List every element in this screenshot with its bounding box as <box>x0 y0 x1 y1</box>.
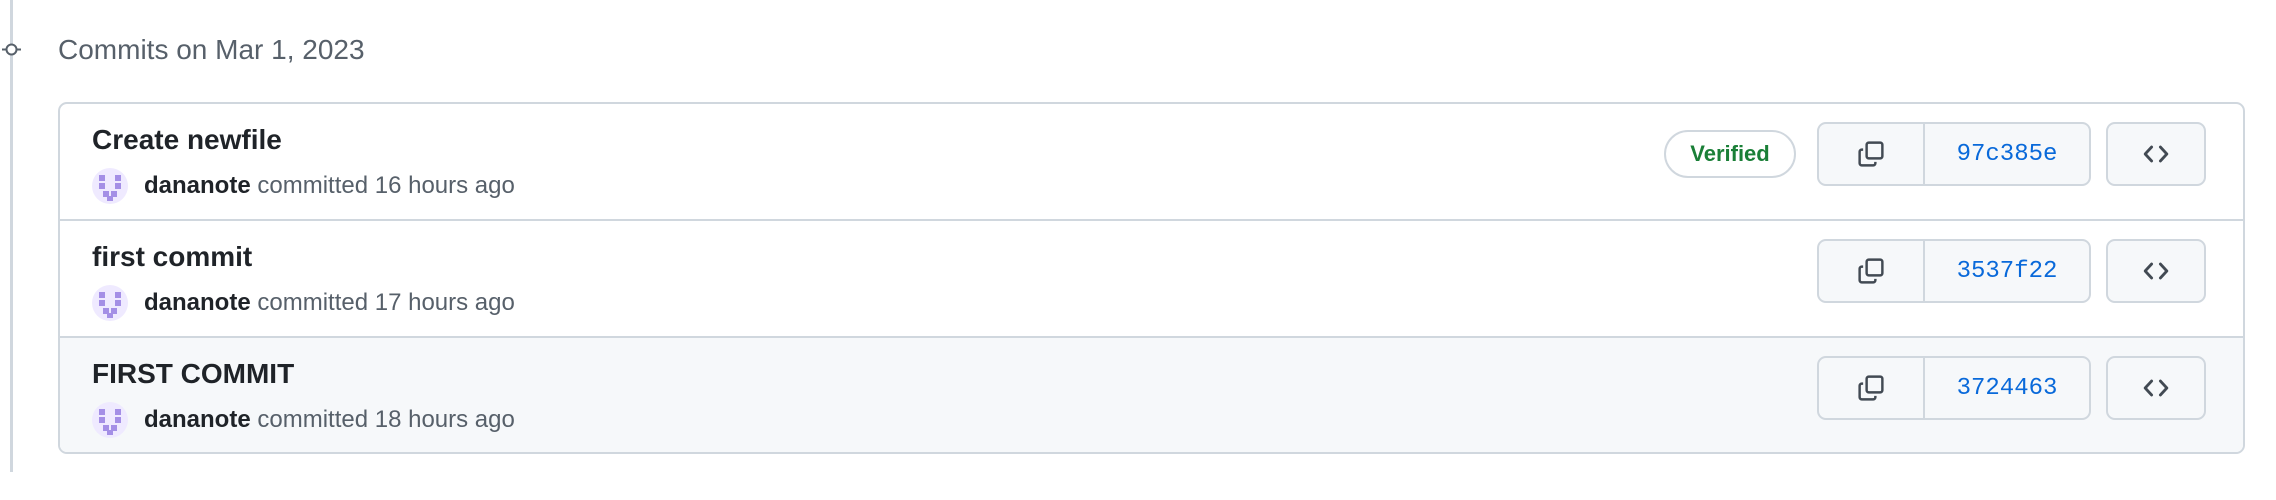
commit-group-heading: Commits on Mar 1, 2023 <box>58 34 365 65</box>
copy-sha-button[interactable] <box>1819 358 1925 418</box>
relative-time: 17 hours ago <box>374 289 515 316</box>
browse-repository-button[interactable] <box>2106 122 2206 186</box>
browse-repository-button[interactable] <box>2106 239 2206 303</box>
commit-row: FIRST COMMIT dananote committed 18 hours… <box>60 338 2243 452</box>
author-link[interactable]: dananote <box>144 406 251 433</box>
sha-button-group: 3724463 <box>1817 356 2091 420</box>
copy-icon <box>1858 258 1884 284</box>
commit-title-link[interactable]: FIRST COMMIT <box>92 356 294 392</box>
relative-time: 18 hours ago <box>374 406 515 433</box>
code-icon <box>2143 262 2169 280</box>
commit-sha-link[interactable]: 3537f22 <box>1925 241 2089 301</box>
avatar[interactable] <box>92 402 128 438</box>
author-link[interactable]: dananote <box>144 289 251 316</box>
author-link[interactable]: dananote <box>144 172 251 199</box>
copy-sha-button[interactable] <box>1819 241 1925 301</box>
commit-action: committed <box>257 289 369 316</box>
avatar[interactable] <box>92 285 128 321</box>
timeline-line <box>10 0 13 472</box>
browse-repository-button[interactable] <box>2106 356 2206 420</box>
commit-sha-link[interactable]: 3724463 <box>1925 358 2089 418</box>
git-commit-icon <box>2 43 21 56</box>
copy-icon <box>1858 375 1884 401</box>
sha-button-group: 97c385e <box>1817 122 2091 186</box>
commit-sha-link[interactable]: 97c385e <box>1925 124 2089 184</box>
commit-row: first commit dananote committed 17 hours… <box>60 221 2243 338</box>
commit-meta: dananote committed 17 hours ago <box>144 287 515 319</box>
commit-meta: dananote committed 16 hours ago <box>144 170 515 202</box>
commit-title-link[interactable]: Create newfile <box>92 122 282 158</box>
avatar[interactable] <box>92 168 128 204</box>
commit-action: committed <box>257 406 369 433</box>
relative-time: 16 hours ago <box>374 172 515 199</box>
copy-sha-button[interactable] <box>1819 124 1925 184</box>
commit-row: Create newfile dananote committed 16 hou… <box>60 104 2243 221</box>
verified-badge[interactable]: Verified <box>1664 130 1796 178</box>
commit-list: Create newfile dananote committed 16 hou… <box>58 102 2245 454</box>
commit-title-link[interactable]: first commit <box>92 239 252 275</box>
copy-icon <box>1858 141 1884 167</box>
code-icon <box>2143 379 2169 397</box>
commit-action: committed <box>257 172 369 199</box>
commit-meta: dananote committed 18 hours ago <box>144 404 515 436</box>
code-icon <box>2143 145 2169 163</box>
sha-button-group: 3537f22 <box>1817 239 2091 303</box>
